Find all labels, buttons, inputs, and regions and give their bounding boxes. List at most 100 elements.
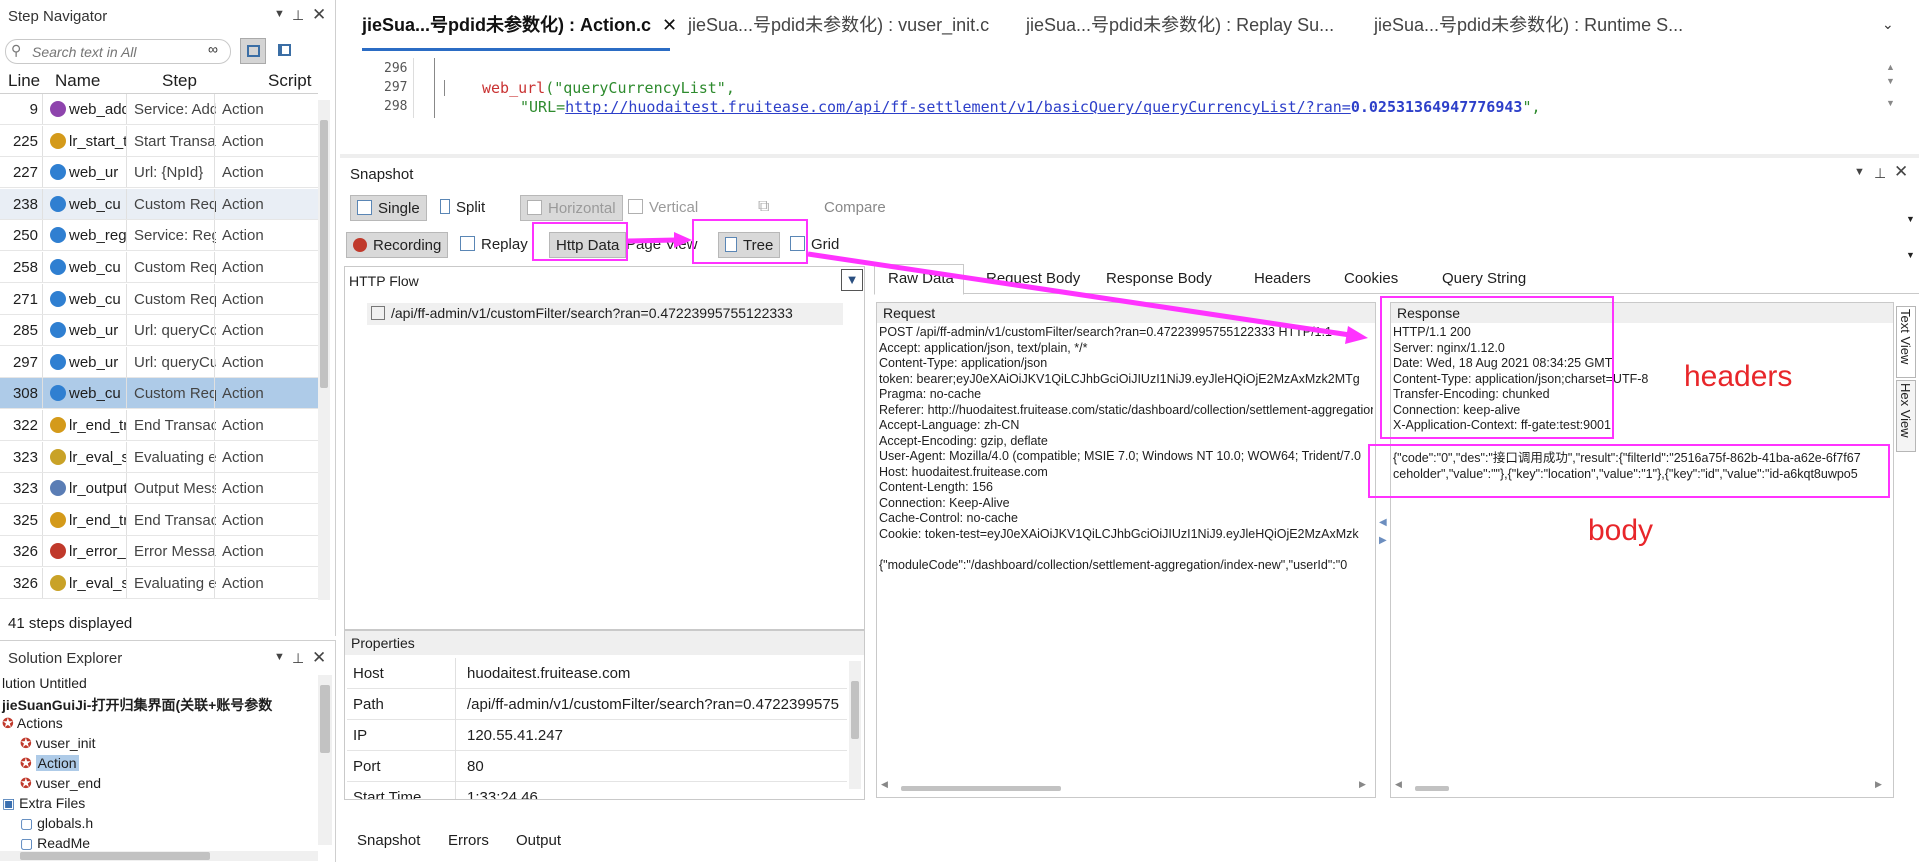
tree-node-extra-files[interactable]: ▣ Extra Files [2, 795, 85, 812]
tab-vuser-init[interactable]: jieSua...号pdid未参数化) : vuser_init.c [688, 10, 989, 40]
pane-dropdown-icon[interactable]: ▼ [1854, 166, 1865, 178]
tree-node-vuser-init[interactable]: ✪ vuser_init [20, 735, 96, 752]
close-tab-icon[interactable]: ✕ [662, 15, 677, 35]
splitter-handle[interactable]: ◀ ▶ [1379, 518, 1387, 546]
scrollbar-thumb[interactable] [320, 685, 330, 753]
search-box[interactable]: ⚲ ∞ [5, 39, 231, 64]
bottom-tab-snapshot[interactable]: Snapshot [357, 832, 420, 849]
pane-dropdown-icon[interactable]: ▼ [274, 651, 285, 663]
close-icon[interactable]: ✕ [312, 5, 326, 25]
close-icon[interactable]: ✕ [1894, 162, 1908, 182]
scroll-right-icon[interactable]: ▶ [1875, 779, 1882, 790]
list-view-toggle-icon[interactable] [272, 38, 298, 64]
property-row[interactable]: Start Time 1:33:24.46 [347, 782, 847, 799]
grid-view-toggle-icon[interactable] [240, 38, 266, 64]
fold-guide [434, 58, 435, 118]
step-row[interactable]: 238 web_cu Custom Requ Action [0, 188, 318, 220]
property-row[interactable]: IP 120.55.41.247 [347, 720, 847, 751]
request-hscrollbar[interactable]: ◀ ▶ [881, 779, 1369, 793]
tab-hex-view[interactable]: Hex View [1896, 380, 1916, 452]
tab-request-body[interactable]: Request Body [986, 270, 1080, 287]
step-row[interactable]: 326 lr_eval_str Evaluating em Action [0, 568, 318, 599]
step-row[interactable]: 323 lr_output_r Output Messa Action [0, 473, 318, 505]
step-row[interactable]: 297 web_ur Url: queryCurr Action [0, 346, 318, 378]
column-name[interactable]: Name [55, 71, 100, 91]
property-row[interactable]: Port 80 [347, 751, 847, 782]
solution-scrollbar[interactable] [318, 675, 332, 845]
tab-headers[interactable]: Headers [1254, 270, 1311, 287]
scrollbar-thumb[interactable] [20, 852, 210, 860]
step-grid-scrollbar[interactable] [318, 100, 330, 600]
properties-scrollbar[interactable] [849, 661, 861, 789]
bottom-tab-errors[interactable]: Errors [448, 832, 489, 849]
toolbar-overflow-icon[interactable]: ▼ [1906, 250, 1915, 260]
tab-replay-summary[interactable]: jieSua...号pdid未参数化) : Replay Su... [1026, 10, 1334, 40]
scrollbar-thumb[interactable] [1415, 786, 1449, 791]
step-row[interactable]: 308 web_cu Custom Requ Action [0, 378, 318, 410]
toolbar-overflow-icon[interactable]: ▼ [1906, 214, 1915, 224]
tab-runtime-settings[interactable]: jieSua...号pdid未参数化) : Runtime S... [1374, 10, 1683, 40]
scroll-left-icon[interactable]: ◀ [1395, 779, 1402, 790]
script-node[interactable]: jieSuanGuiJi-打开归集界面(关联+账号参数 [2, 695, 272, 715]
tab-action-c[interactable]: jieSua...号pdid未参数化) : Action.c ✕ [362, 10, 677, 40]
tree-node-vuser-end[interactable]: ✪ vuser_end [20, 775, 101, 792]
scrollbar-thumb[interactable] [901, 786, 1061, 791]
property-row[interactable]: Path/api/ff-admin/v1/customFilter/search… [347, 689, 847, 720]
step-row[interactable]: 258 web_cu Custom Requ Action [0, 252, 318, 283]
tree-node-action[interactable]: ✪ Action [20, 755, 79, 772]
tree-node-globals[interactable]: ▢ globals.h [20, 815, 93, 832]
step-row[interactable]: 285 web_ur Url: queryCos Action [0, 315, 318, 347]
editor-scroll-up-icon[interactable]: ▲ [1886, 62, 1895, 72]
step-row[interactable]: 9 web_add_ Service: Add A Action [0, 94, 318, 125]
editor-scroll-down-icon[interactable]: ▼ [1886, 98, 1895, 108]
bottom-tab-output[interactable]: Output [516, 832, 561, 849]
step-row[interactable]: 325 lr_end_tra End Transacti Action [0, 504, 318, 536]
scroll-left-icon[interactable]: ◀ [881, 779, 888, 790]
tab-overflow-icon[interactable]: ⌄ [1882, 16, 1894, 33]
tab-query-string[interactable]: Query String [1442, 270, 1526, 287]
code-editor[interactable]: 296 297 298 web_url("queryCurrencyList",… [362, 58, 1900, 118]
step-row[interactable]: 322 lr_end_tra End Transacti Action [0, 410, 318, 441]
scroll-right-icon[interactable]: ▶ [1359, 779, 1366, 790]
column-step[interactable]: Step [162, 71, 197, 91]
horizontal-button[interactable]: Horizontal [520, 195, 623, 221]
pin-icon[interactable]: ⊥ [292, 7, 304, 24]
http-flow-item[interactable]: /api/ff-admin/v1/customFilter/search?ran… [367, 303, 843, 325]
filter-icon[interactable]: ▼ [841, 269, 863, 291]
editor-scroll-down-icon[interactable]: ▼ [1886, 76, 1895, 86]
column-line[interactable]: Line [8, 71, 40, 91]
binoculars-icon[interactable]: ∞ [208, 41, 218, 57]
response-hscrollbar[interactable]: ◀ ▶ [1395, 779, 1885, 793]
pin-icon[interactable]: ⊥ [292, 650, 304, 667]
scrollbar-thumb[interactable] [851, 681, 859, 739]
scrollbar-thumb[interactable] [320, 120, 328, 388]
solution-node[interactable]: lution Untitled [2, 675, 87, 691]
step-row[interactable]: 326 lr_error_m Error Message Action [0, 536, 318, 568]
request-raw-text[interactable]: POST /api/ff-admin/v1/customFilter/searc… [879, 325, 1373, 785]
single-view-button[interactable]: Single [350, 195, 427, 221]
tab-text-view[interactable]: Text View [1896, 306, 1916, 378]
pin-icon[interactable]: ⊥ [1874, 165, 1886, 182]
step-row[interactable]: 250 web_reg_f Service: Reg I Action [0, 220, 318, 252]
page-view-button[interactable]: Page View [620, 232, 703, 258]
column-script[interactable]: Script [268, 71, 311, 91]
step-row[interactable]: 323 lr_eval_str Evaluating em Action [0, 441, 318, 473]
replay-button[interactable]: Replay [454, 232, 534, 258]
compare-button[interactable]: Compare [818, 195, 892, 221]
step-row[interactable]: 225 lr_start_tra Start Transact Action [0, 125, 318, 157]
solution-hscrollbar[interactable] [0, 851, 318, 861]
step-row[interactable]: 227 web_ur Url: {NpId} Action [0, 157, 318, 189]
split-view-button[interactable]: Split [434, 195, 491, 221]
vertical-button[interactable]: Vertical [622, 195, 704, 221]
tree-node-actions[interactable]: ✪ Actions [2, 715, 63, 732]
tree-node-readme[interactable]: ▢ ReadMe [20, 835, 90, 852]
step-row[interactable]: 271 web_cu Custom Requ Action [0, 283, 318, 315]
property-row[interactable]: Host huodaitest.fruitease.com [347, 658, 847, 689]
pane-dropdown-icon[interactable]: ▼ [274, 8, 285, 20]
search-input[interactable] [32, 42, 202, 61]
tab-response-body[interactable]: Response Body [1106, 270, 1212, 287]
compare-icon[interactable]: ⧉ [758, 198, 769, 216]
tab-cookies[interactable]: Cookies [1344, 270, 1398, 287]
close-icon[interactable]: ✕ [312, 648, 326, 668]
recording-button[interactable]: Recording [346, 232, 449, 258]
